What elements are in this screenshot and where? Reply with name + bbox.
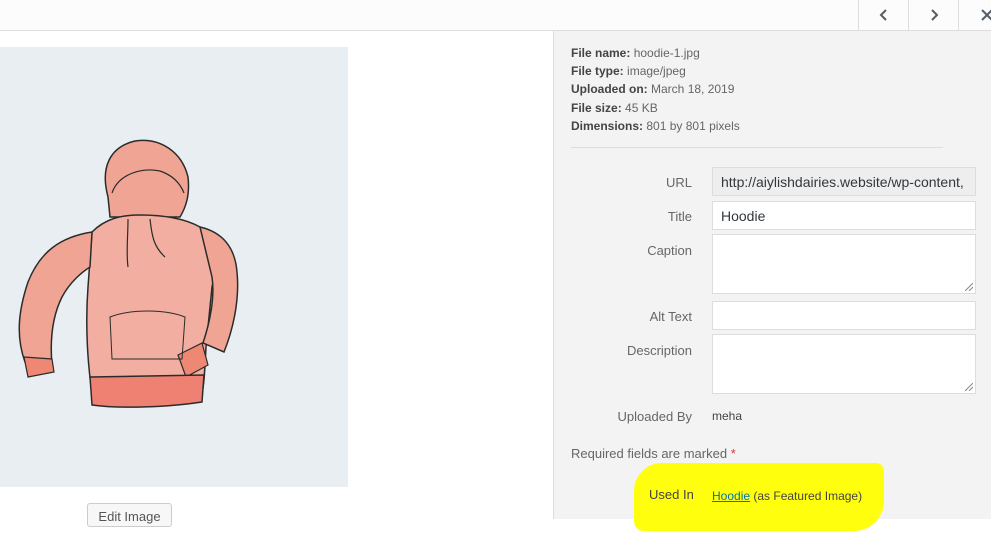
url-label: URL <box>665 175 692 190</box>
uploaded-on-value: March 18, 2019 <box>651 82 735 97</box>
required-star: * <box>730 446 736 461</box>
file-type-row: File type: image/jpeg <box>571 62 740 80</box>
file-size-value: 45 KB <box>625 100 658 115</box>
file-name-label: File name: <box>571 46 631 60</box>
alt-text-field[interactable] <box>712 301 976 330</box>
uploaded-by-label: Uploaded By <box>617 409 692 424</box>
caption-field[interactable] <box>712 234 976 294</box>
file-details: File name: hoodie-1.jpg File type: image… <box>571 44 740 135</box>
close-button[interactable] <box>958 0 991 30</box>
url-field[interactable]: http://aiylishdairies.website/wp-content… <box>712 167 976 196</box>
file-name-row: File name: hoodie-1.jpg <box>571 44 740 62</box>
used-in-link[interactable]: Hoodie <box>712 489 750 503</box>
dimensions-label: Dimensions: <box>571 118 644 133</box>
attachment-image <box>0 47 348 487</box>
divider <box>571 147 943 148</box>
description-label: Description <box>626 343 692 358</box>
uploaded-on-row: Uploaded on: March 18, 2019 <box>571 80 740 98</box>
previous-button[interactable] <box>858 0 909 30</box>
hoodie-image <box>18 139 239 408</box>
file-size-label: File size: <box>571 100 622 115</box>
uploaded-on-label: Uploaded on: <box>571 82 648 97</box>
required-note-text: Required fields are marked <box>571 446 728 461</box>
attachment-preview: Edit Image <box>0 31 553 533</box>
resize-handle-icon[interactable] <box>965 283 973 291</box>
edit-image-button[interactable]: Edit Image <box>87 503 172 527</box>
file-name-value: hoodie-1.jpg <box>633 46 700 60</box>
attachment-details-sidebar: File name: hoodie-1.jpg File type: image… <box>553 31 991 519</box>
chevron-left-icon <box>879 9 887 21</box>
modal-header <box>0 0 991 31</box>
required-fields-note: Required fields are marked * <box>571 446 736 461</box>
uploaded-by-value: meha <box>712 409 743 423</box>
dimensions-value: 801 by 801 pixels <box>646 118 740 133</box>
resize-handle-icon[interactable] <box>965 383 973 391</box>
file-size-row: File size: 45 KB <box>571 99 740 117</box>
description-field[interactable] <box>712 334 976 394</box>
chevron-right-icon <box>931 9 939 21</box>
file-type-value: image/jpeg <box>627 64 686 79</box>
title-field[interactable]: Hoodie <box>712 201 976 230</box>
close-icon <box>981 9 991 21</box>
dimensions-row: Dimensions: 801 by 801 pixels <box>571 117 740 135</box>
caption-label: Caption <box>647 243 692 258</box>
file-type-label: File type: <box>571 64 624 79</box>
title-label: Title <box>667 209 692 224</box>
next-button[interactable] <box>908 0 959 30</box>
used-in-label: Used In <box>649 487 694 502</box>
used-in-suffix: (as Featured Image) <box>753 489 863 503</box>
used-in-value: Hoodie (as Featured Image) <box>712 489 862 503</box>
alt-text-label: Alt Text <box>649 309 692 324</box>
